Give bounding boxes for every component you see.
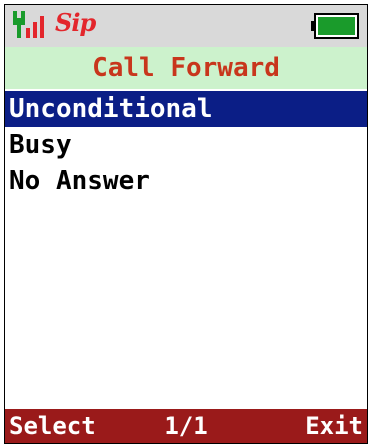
signal-strength-icon (13, 10, 49, 44)
menu-item-unconditional[interactable]: Unconditional (5, 91, 367, 127)
status-bar: Sip (5, 5, 367, 47)
battery-full-icon (311, 13, 359, 43)
call-forward-menu: Unconditional Busy No Answer (5, 91, 367, 199)
softkey-bar: Select 1/1 Exit (5, 409, 367, 443)
page-title: Call Forward (5, 47, 367, 89)
exit-softkey[interactable]: Exit (305, 409, 363, 443)
sip-icon: Sip (55, 8, 96, 37)
menu-item-busy[interactable]: Busy (5, 127, 367, 163)
phone-screen: Sip Call Forward Unconditional Busy No A… (4, 4, 368, 444)
menu-item-no-answer[interactable]: No Answer (5, 163, 367, 199)
